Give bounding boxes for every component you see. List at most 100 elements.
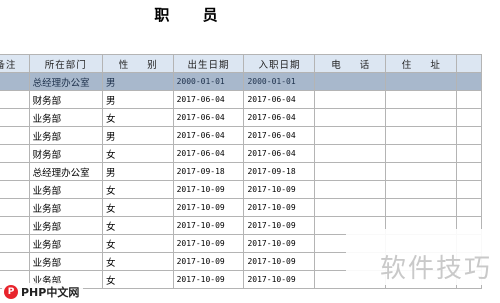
birth-date-cell[interactable]: 2000-01-01 (172, 72, 245, 91)
hire-date-cell[interactable]: 2017-10-09 (243, 180, 316, 199)
department-cell[interactable]: 财务部 (28, 144, 103, 163)
table-row[interactable]: 业务部女 2017-10-09 2017-10-09 (0, 180, 483, 199)
table-row[interactable]: 财务部男 2017-06-04 2017-06-04 (0, 90, 483, 109)
gender-cell[interactable]: 男 (101, 72, 174, 91)
phone-cell[interactable] (314, 72, 387, 91)
department-cell[interactable]: 业务部 (28, 108, 103, 127)
department-cell[interactable]: 财务部 (28, 90, 103, 109)
note-cell[interactable] (0, 234, 30, 253)
phone-cell[interactable] (314, 90, 387, 109)
address-cell[interactable] (385, 72, 457, 91)
hire-date-cell[interactable]: 2017-10-09 (243, 198, 316, 217)
column-header-birth-date[interactable]: 出生日期 (172, 54, 245, 73)
extra-cell[interactable] (455, 72, 483, 91)
hire-date-cell[interactable]: 2017-10-09 (243, 234, 316, 253)
birth-date-cell[interactable]: 2017-06-04 (172, 90, 245, 109)
department-cell[interactable]: 业务部 (28, 198, 103, 217)
department-cell[interactable]: 总经理办公室 (28, 72, 103, 91)
table-header-row: 备注 所在部门 性 别 出生日期 入职日期 电 话 住 址 (0, 54, 483, 73)
birth-date-cell[interactable]: 2017-06-04 (172, 144, 245, 163)
address-cell[interactable] (385, 90, 457, 109)
address-cell[interactable] (385, 144, 457, 163)
gender-cell[interactable]: 女 (101, 108, 174, 127)
table-row[interactable]: 总经理办公室男 2000-01-01 2000-01-01 (0, 72, 483, 91)
department-cell[interactable]: 业务部 (28, 234, 103, 253)
birth-date-cell[interactable]: 2017-06-04 (172, 126, 245, 145)
note-cell[interactable] (0, 198, 30, 217)
extra-cell[interactable] (455, 198, 483, 217)
note-cell[interactable] (0, 252, 30, 271)
department-cell[interactable]: 总经理办公室 (28, 162, 103, 181)
hire-date-cell[interactable]: 2017-06-04 (243, 126, 316, 145)
birth-date-cell[interactable]: 2017-10-09 (172, 234, 245, 253)
address-cell[interactable] (385, 126, 457, 145)
birth-date-cell[interactable]: 2017-09-18 (172, 162, 245, 181)
gender-cell[interactable]: 女 (101, 252, 174, 271)
hire-date-cell[interactable]: 2017-06-04 (243, 90, 316, 109)
table-row[interactable]: 总经理办公室男 2017-09-18 2017-09-18 (0, 162, 483, 181)
birth-date-cell[interactable]: 2017-10-09 (172, 198, 245, 217)
extra-cell[interactable] (455, 180, 483, 199)
table-row[interactable]: 业务部女 2017-06-04 2017-06-04 (0, 108, 483, 127)
gender-cell[interactable]: 女 (101, 198, 174, 217)
table-row[interactable]: 财务部女 2017-06-04 2017-06-04 (0, 144, 483, 163)
gender-cell[interactable]: 女 (101, 216, 174, 235)
extra-cell[interactable] (455, 108, 483, 127)
department-cell[interactable]: 业务部 (28, 216, 103, 235)
note-cell[interactable] (0, 90, 30, 109)
gender-cell[interactable]: 男 (101, 90, 174, 109)
gender-cell[interactable]: 女 (101, 180, 174, 199)
gender-cell[interactable]: 女 (101, 234, 174, 253)
note-cell[interactable] (0, 180, 30, 199)
extra-cell[interactable] (455, 90, 483, 109)
column-header-address[interactable]: 住 址 (385, 54, 457, 73)
column-header-department[interactable]: 所在部门 (28, 54, 103, 73)
extra-cell[interactable] (455, 162, 483, 181)
extra-cell[interactable] (455, 126, 483, 145)
phone-cell[interactable] (314, 180, 387, 199)
table-row[interactable]: 业务部男 2017-06-04 2017-06-04 (0, 126, 483, 145)
column-header-phone[interactable]: 电 话 (314, 54, 387, 73)
gender-cell[interactable]: 男 (101, 126, 174, 145)
note-cell[interactable] (0, 216, 30, 235)
birth-date-cell[interactable]: 2017-10-09 (172, 270, 245, 289)
note-cell[interactable] (0, 72, 30, 91)
sheet-title: 职 员 (154, 6, 232, 24)
column-header-note[interactable]: 备注 (0, 54, 30, 73)
hire-date-cell[interactable]: 2017-09-18 (243, 162, 316, 181)
department-cell[interactable]: 业务部 (28, 252, 103, 271)
phone-cell[interactable] (314, 126, 387, 145)
phone-cell[interactable] (314, 144, 387, 163)
gender-cell[interactable]: 女 (101, 144, 174, 163)
gender-cell[interactable]: 女 (101, 270, 174, 289)
note-cell[interactable] (0, 108, 30, 127)
hire-date-cell[interactable]: 2017-10-09 (243, 216, 316, 235)
phone-cell[interactable] (314, 198, 387, 217)
hire-date-cell[interactable]: 2017-06-04 (243, 108, 316, 127)
table-row[interactable]: 业务部女 2017-10-09 2017-10-09 (0, 198, 483, 217)
hire-date-cell[interactable]: 2017-06-04 (243, 144, 316, 163)
birth-date-cell[interactable]: 2017-10-09 (172, 252, 245, 271)
gender-cell[interactable]: 男 (101, 162, 174, 181)
address-cell[interactable] (385, 162, 457, 181)
address-cell[interactable] (385, 180, 457, 199)
address-cell[interactable] (385, 198, 457, 217)
phone-cell[interactable] (314, 108, 387, 127)
column-header-extra[interactable] (455, 54, 483, 73)
department-cell[interactable]: 业务部 (28, 126, 103, 145)
birth-date-cell[interactable]: 2017-10-09 (172, 216, 245, 235)
phone-cell[interactable] (314, 162, 387, 181)
extra-cell[interactable] (455, 144, 483, 163)
hire-date-cell[interactable]: 2017-10-09 (243, 270, 316, 289)
note-cell[interactable] (0, 162, 30, 181)
address-cell[interactable] (385, 108, 457, 127)
note-cell[interactable] (0, 126, 30, 145)
hire-date-cell[interactable]: 2017-10-09 (243, 252, 316, 271)
birth-date-cell[interactable]: 2017-10-09 (172, 180, 245, 199)
column-header-gender[interactable]: 性 别 (101, 54, 174, 73)
department-cell[interactable]: 业务部 (28, 180, 103, 199)
note-cell[interactable] (0, 144, 30, 163)
birth-date-cell[interactable]: 2017-06-04 (172, 108, 245, 127)
column-header-hire-date[interactable]: 入职日期 (243, 54, 316, 73)
hire-date-cell[interactable]: 2000-01-01 (243, 72, 316, 91)
